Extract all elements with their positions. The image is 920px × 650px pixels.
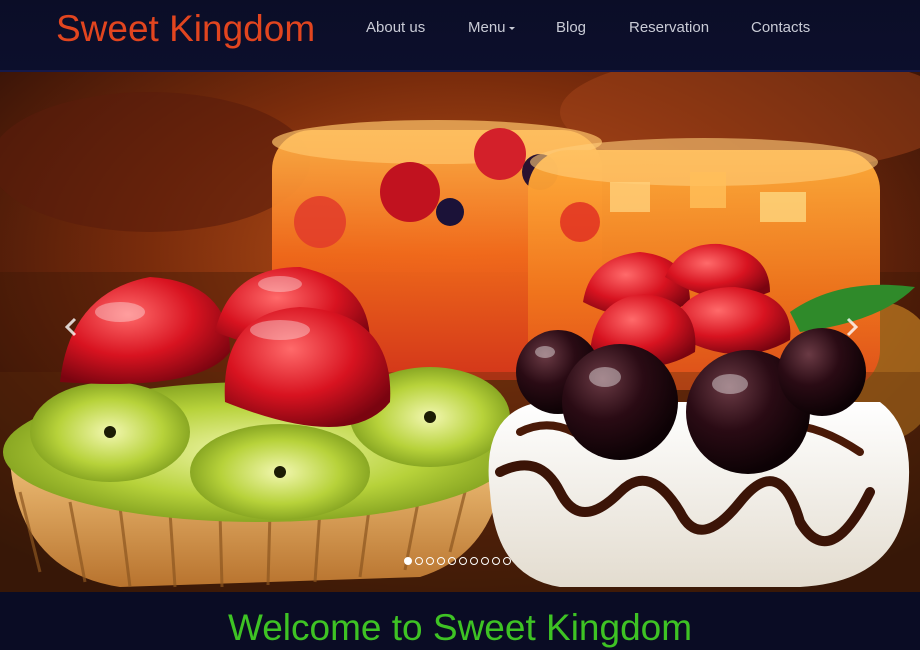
slider-dot[interactable] (426, 557, 434, 565)
hero-slider (0, 72, 920, 592)
nav-item-blog[interactable]: Blog (556, 19, 586, 36)
slider-dot[interactable] (437, 557, 445, 565)
welcome-heading: Welcome to Sweet Kingdom (227, 607, 693, 648)
nav-item-about-us[interactable]: About us (366, 19, 425, 36)
slider-dot[interactable] (492, 557, 500, 565)
slider-dot[interactable] (404, 557, 412, 565)
slider-dot[interactable] (481, 557, 489, 565)
slider-next-arrow[interactable] (843, 316, 861, 338)
nav-item-label: Reservation (629, 19, 710, 36)
slider-dot[interactable] (503, 557, 511, 565)
caret-down-icon (508, 26, 515, 30)
slider-dot[interactable] (415, 557, 423, 565)
site-logo[interactable]: Sweet Kingdom (56, 7, 315, 51)
header: Sweet Kingdom About us Menu Blog Reserva… (0, 0, 920, 72)
chevron-right-icon (846, 317, 859, 337)
slider-prev-arrow[interactable] (62, 316, 80, 338)
nav-item-contacts[interactable]: Contacts (751, 19, 810, 36)
slider-dot[interactable] (459, 557, 467, 565)
slider-dot[interactable] (470, 557, 478, 565)
nav-item-label: Blog (556, 19, 587, 36)
nav-item-menu[interactable]: Menu (468, 19, 515, 36)
nav-item-label: Contacts (751, 19, 811, 36)
nav-item-label: Menu (468, 19, 506, 36)
nav-item-label: About us (366, 19, 426, 36)
nav-item-reservation[interactable]: Reservation (629, 19, 709, 36)
chevron-left-icon (64, 317, 77, 337)
page: Sweet Kingdom About us Menu Blog Reserva… (0, 0, 920, 650)
hero-dessert-image (0, 72, 920, 592)
slider-dot[interactable] (448, 557, 456, 565)
